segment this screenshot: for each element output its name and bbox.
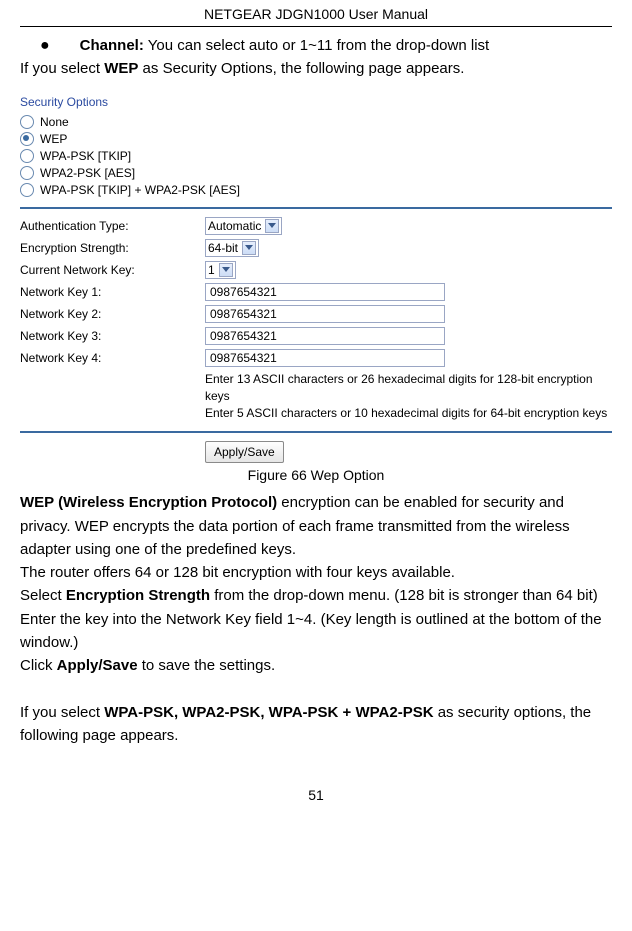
row-encryption-strength: Encryption Strength: 64-bit <box>20 239 612 257</box>
row-auth-type: Authentication Type: Automatic <box>20 217 612 235</box>
key3-input[interactable] <box>205 327 445 345</box>
radio-icon <box>20 183 34 197</box>
intro-line: If you select WEP as Security Options, t… <box>20 60 612 77</box>
paragraph-click-apply: Click Apply/Save to save the settings. <box>20 654 612 677</box>
row-key-3: Network Key 3: <box>20 327 612 345</box>
select-value: 1 <box>208 263 215 277</box>
radio-icon <box>20 166 34 180</box>
row-key-2: Network Key 2: <box>20 305 612 323</box>
radio-label: WEP <box>40 132 67 146</box>
paragraph-if-wpa: If you select WPA-PSK, WPA2-PSK, WPA-PSK… <box>20 701 612 748</box>
p5c: to save the settings. <box>138 657 276 674</box>
auth-type-select[interactable]: Automatic <box>205 217 282 235</box>
radio-wpa-plus-wpa2[interactable]: WPA-PSK [TKIP] + WPA2-PSK [AES] <box>20 183 612 197</box>
radio-wpa2-psk-aes[interactable]: WPA2-PSK [AES] <box>20 166 612 180</box>
hint-64bit: Enter 5 ASCII characters or 10 hexadecim… <box>205 405 612 422</box>
key1-input[interactable] <box>205 283 445 301</box>
p6a: If you select <box>20 704 104 721</box>
bullet-text: You can select auto or 1~11 from the dro… <box>144 37 489 54</box>
hint-128bit: Enter 13 ASCII characters or 26 hexadeci… <box>205 371 612 405</box>
p5a: Click <box>20 657 57 674</box>
p6b: WPA-PSK, WPA2-PSK, WPA-PSK + WPA2-PSK <box>104 704 433 721</box>
figure-caption: Figure 66 Wep Option <box>20 467 612 483</box>
p3c: from the drop-down menu. (128 bit is str… <box>210 587 598 604</box>
bullet-icon: ● <box>40 38 50 54</box>
radio-label: WPA-PSK [TKIP] + WPA2-PSK [AES] <box>40 183 240 197</box>
p3a: Select <box>20 587 66 604</box>
radio-icon <box>20 115 34 129</box>
wep-bold: WEP (Wireless Encryption Protocol) <box>20 494 277 511</box>
bullet-label: Channel: <box>80 37 144 54</box>
auth-type-label: Authentication Type: <box>20 219 205 233</box>
paragraph-select-strength: Select Encryption Strength from the drop… <box>20 584 612 607</box>
bullet-channel: ● Channel: You can select auto or 1~11 f… <box>40 37 612 54</box>
figure-wep-option: Security Options None WEP WPA-PSK [TKIP]… <box>20 95 612 463</box>
row-current-key: Current Network Key: 1 <box>20 261 612 279</box>
key1-label: Network Key 1: <box>20 285 205 299</box>
key2-input[interactable] <box>205 305 445 323</box>
current-key-select[interactable]: 1 <box>205 261 236 279</box>
chevron-down-icon <box>265 219 279 233</box>
p3b: Encryption Strength <box>66 587 210 604</box>
radio-icon <box>20 149 34 163</box>
radio-wpa-psk-tkip[interactable]: WPA-PSK [TKIP] <box>20 149 612 163</box>
page-number: 51 <box>20 787 612 803</box>
security-options-label: Security Options <box>20 95 612 109</box>
key4-input[interactable] <box>205 349 445 367</box>
radio-label: None <box>40 115 69 129</box>
paragraph-router-offers: The router offers 64 or 128 bit encrypti… <box>20 561 612 584</box>
radio-icon <box>20 132 34 146</box>
paragraph-enter-key: Enter the key into the Network Key field… <box>20 608 612 655</box>
intro-suffix: as Security Options, the following page … <box>138 60 464 77</box>
select-value: 64-bit <box>208 241 238 255</box>
radio-wep[interactable]: WEP <box>20 132 612 146</box>
key3-label: Network Key 3: <box>20 329 205 343</box>
apply-save-button[interactable]: Apply/Save <box>205 441 284 463</box>
intro-bold: WEP <box>104 60 138 77</box>
p5b: Apply/Save <box>57 657 138 674</box>
row-key-1: Network Key 1: <box>20 283 612 301</box>
chevron-down-icon <box>219 263 233 277</box>
key2-label: Network Key 2: <box>20 307 205 321</box>
intro-prefix: If you select <box>20 60 104 77</box>
radio-none[interactable]: None <box>20 115 612 129</box>
page-header: NETGEAR JDGN1000 User Manual <box>20 0 612 27</box>
paragraph-wep-desc: WEP (Wireless Encryption Protocol) encry… <box>20 491 612 561</box>
divider <box>20 431 612 433</box>
encryption-strength-label: Encryption Strength: <box>20 241 205 255</box>
chevron-down-icon <box>242 241 256 255</box>
row-key-4: Network Key 4: <box>20 349 612 367</box>
select-value: Automatic <box>208 219 261 233</box>
radio-label: WPA-PSK [TKIP] <box>40 149 131 163</box>
divider <box>20 207 612 209</box>
encryption-strength-select[interactable]: 64-bit <box>205 239 259 257</box>
radio-label: WPA2-PSK [AES] <box>40 166 135 180</box>
current-key-label: Current Network Key: <box>20 263 205 277</box>
key4-label: Network Key 4: <box>20 351 205 365</box>
